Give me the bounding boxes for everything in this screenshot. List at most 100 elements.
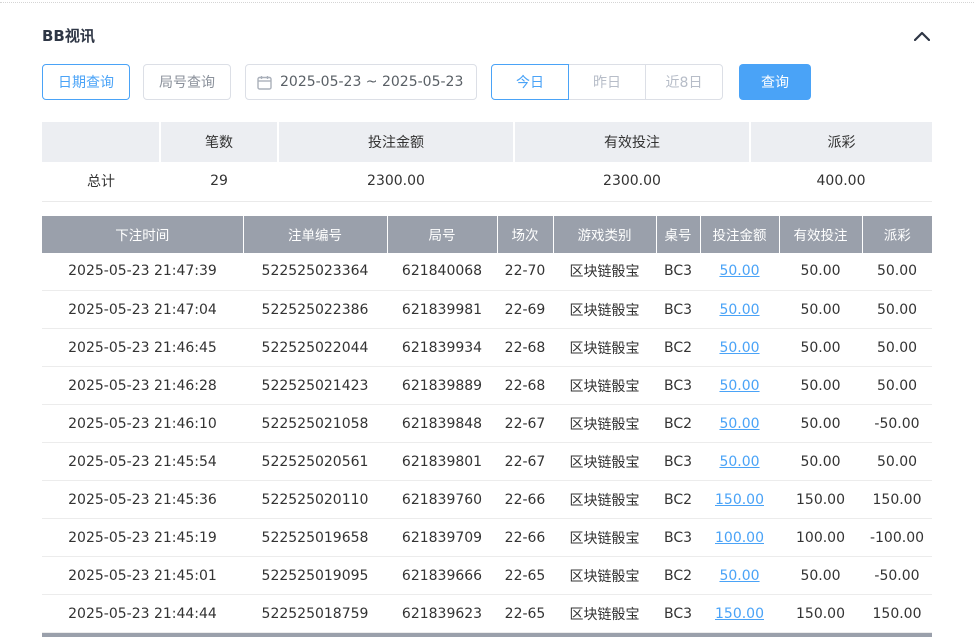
cell-bet-time: 2025-05-23 21:46:10 (42, 405, 243, 443)
cell-bet-amount: 50.00 (700, 557, 779, 595)
cell-bet-time: 2025-05-23 21:44:44 (42, 595, 243, 633)
cell-table-no: BC3 (656, 291, 700, 329)
cell-valid-bet: 50.00 (779, 443, 862, 481)
table-row: 2025-05-23 21:45:36 522525020110 6218397… (42, 481, 932, 519)
today-button[interactable]: 今日 (491, 64, 569, 100)
cell-payout: 150.00 (862, 481, 932, 519)
last-8-days-button[interactable]: 近8日 (645, 64, 723, 100)
table-row: 2025-05-23 21:47:39 522525023364 6218400… (42, 253, 932, 291)
cell-payout: -50.00 (862, 557, 932, 595)
chevron-up-icon (914, 29, 930, 44)
col-header-order-no: 注单编号 (243, 216, 387, 253)
cell-bet-time: 2025-05-23 21:47:04 (42, 291, 243, 329)
summary-header-payout: 派彩 (750, 122, 932, 162)
table-row: 2025-05-23 21:46:45 522525022044 6218399… (42, 329, 932, 367)
bet-amount-link[interactable]: 50.00 (719, 454, 759, 470)
cell-session: 22-65 (497, 595, 553, 633)
cell-valid-bet: 150.00 (779, 481, 862, 519)
cell-bet-amount: 100.00 (700, 519, 779, 557)
cell-order-no: 522525020110 (243, 481, 387, 519)
bet-table: 下注时间 注单编号 局号 场次 游戏类别 桌号 投注金额 有效投注 派彩 202… (42, 216, 932, 634)
cell-payout: 50.00 (862, 367, 932, 405)
cell-table-no: BC3 (656, 253, 700, 291)
cell-round-no: 621839623 (387, 595, 497, 633)
date-query-button[interactable]: 日期查询 (42, 64, 130, 100)
cell-bet-amount: 150.00 (700, 595, 779, 633)
cell-bet-amount: 150.00 (700, 481, 779, 519)
round-query-button[interactable]: 局号查询 (143, 64, 231, 100)
table-row: 2025-05-23 21:44:44 522525018759 6218396… (42, 595, 932, 633)
bet-amount-link[interactable]: 50.00 (719, 378, 759, 394)
bet-amount-link[interactable]: 50.00 (719, 302, 759, 318)
collapse-button[interactable] (912, 29, 932, 43)
bet-amount-link[interactable]: 50.00 (719, 416, 759, 432)
cell-bet-time: 2025-05-23 21:45:54 (42, 443, 243, 481)
cell-payout: 150.00 (862, 595, 932, 633)
cell-game-type: 区块链骰宝 (553, 557, 656, 595)
table-row: 2025-05-23 21:46:10 522525021058 6218398… (42, 405, 932, 443)
bet-amount-link[interactable]: 150.00 (715, 492, 764, 508)
cell-order-no: 522525022044 (243, 329, 387, 367)
cell-order-no: 522525018759 (243, 595, 387, 633)
cell-bet-time: 2025-05-23 21:45:01 (42, 557, 243, 595)
cell-session: 22-70 (497, 253, 553, 291)
yesterday-button[interactable]: 昨日 (568, 64, 646, 100)
cell-session: 22-66 (497, 519, 553, 557)
summary-total-row: 总计 29 2300.00 2300.00 400.00 (42, 162, 932, 201)
cell-bet-time: 2025-05-23 21:46:45 (42, 329, 243, 367)
bet-amount-link[interactable]: 100.00 (715, 530, 764, 546)
cell-bet-amount: 50.00 (700, 253, 779, 291)
bet-table-header-row: 下注时间 注单编号 局号 场次 游戏类别 桌号 投注金额 有效投注 派彩 (42, 216, 932, 253)
page-title: BB视讯 (42, 25, 95, 46)
cell-bet-time: 2025-05-23 21:45:19 (42, 519, 243, 557)
cell-session: 22-68 (497, 329, 553, 367)
cell-valid-bet: 50.00 (779, 253, 862, 291)
cell-game-type: 区块链骰宝 (553, 481, 656, 519)
summary-header-valid-bet: 有效投注 (514, 122, 750, 162)
date-range-value: 2025-05-23 ~ 2025-05-23 (280, 74, 463, 90)
table-row: 2025-05-23 21:46:28 522525021423 6218398… (42, 367, 932, 405)
search-button[interactable]: 查询 (739, 64, 811, 100)
col-header-round-no: 局号 (387, 216, 497, 253)
col-header-valid-bet: 有效投注 (779, 216, 862, 253)
top-divider (0, 2, 974, 3)
cell-table-no: BC3 (656, 443, 700, 481)
cell-game-type: 区块链骰宝 (553, 443, 656, 481)
cell-table-no: BC2 (656, 329, 700, 367)
date-range-input[interactable]: 2025-05-23 ~ 2025-05-23 (245, 64, 477, 100)
col-header-table-no: 桌号 (656, 216, 700, 253)
summary-count-value: 29 (160, 162, 278, 201)
cell-table-no: BC2 (656, 481, 700, 519)
filter-bar: 日期查询 局号查询 2025-05-23 ~ 2025-05-23 今日 昨日 … (42, 64, 932, 100)
bet-table-body: 2025-05-23 21:47:39 522525023364 6218400… (42, 253, 932, 633)
cell-session: 22-67 (497, 405, 553, 443)
cell-payout: -50.00 (862, 405, 932, 443)
cell-order-no: 522525019658 (243, 519, 387, 557)
cell-order-no: 522525019095 (243, 557, 387, 595)
cell-valid-bet: 50.00 (779, 405, 862, 443)
summary-valid-bet-value: 2300.00 (514, 162, 750, 201)
cell-game-type: 区块链骰宝 (553, 367, 656, 405)
bet-amount-link[interactable]: 50.00 (719, 263, 759, 279)
col-header-bet-time: 下注时间 (42, 216, 243, 253)
cell-bet-amount: 50.00 (700, 367, 779, 405)
cell-table-no: BC3 (656, 595, 700, 633)
bet-amount-link[interactable]: 50.00 (719, 568, 759, 584)
cell-game-type: 区块链骰宝 (553, 405, 656, 443)
col-header-payout: 派彩 (862, 216, 932, 253)
cell-payout: -100.00 (862, 519, 932, 557)
cell-order-no: 522525021423 (243, 367, 387, 405)
cell-session: 22-69 (497, 291, 553, 329)
bet-amount-link[interactable]: 50.00 (719, 340, 759, 356)
cell-game-type: 区块链骰宝 (553, 519, 656, 557)
summary-header-empty (42, 122, 160, 162)
table-row: 2025-05-23 21:45:01 522525019095 6218396… (42, 557, 932, 595)
cell-bet-time: 2025-05-23 21:46:28 (42, 367, 243, 405)
cell-table-no: BC3 (656, 519, 700, 557)
cell-valid-bet: 50.00 (779, 367, 862, 405)
cell-order-no: 522525021058 (243, 405, 387, 443)
col-header-game-type: 游戏类别 (553, 216, 656, 253)
bet-amount-link[interactable]: 150.00 (715, 606, 764, 622)
cell-payout: 50.00 (862, 329, 932, 367)
cell-round-no: 621839934 (387, 329, 497, 367)
